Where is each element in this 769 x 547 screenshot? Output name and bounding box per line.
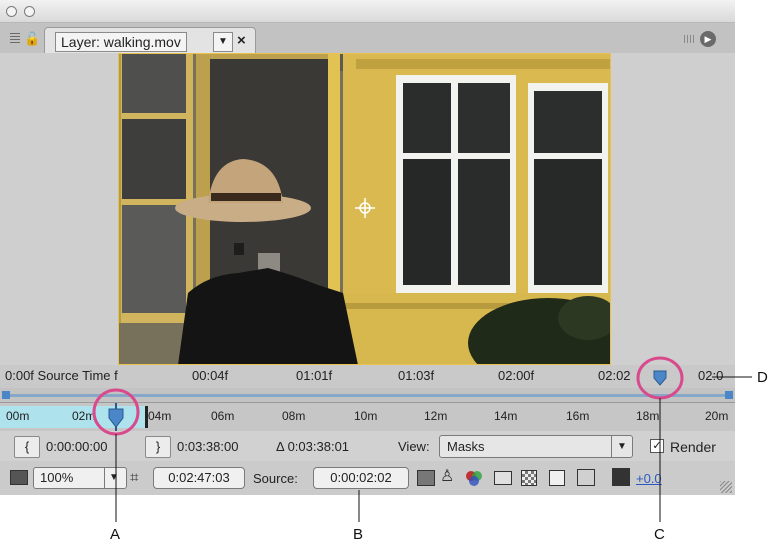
callout-label-b: B [353, 526, 364, 543]
callout-ring-a [92, 388, 140, 436]
callout-label-c: C [654, 526, 665, 543]
callout-ring-c [636, 356, 684, 400]
callout-label-a: A [110, 526, 121, 543]
callout-label-d: D [757, 369, 768, 386]
callout-overlay [92, 356, 752, 522]
